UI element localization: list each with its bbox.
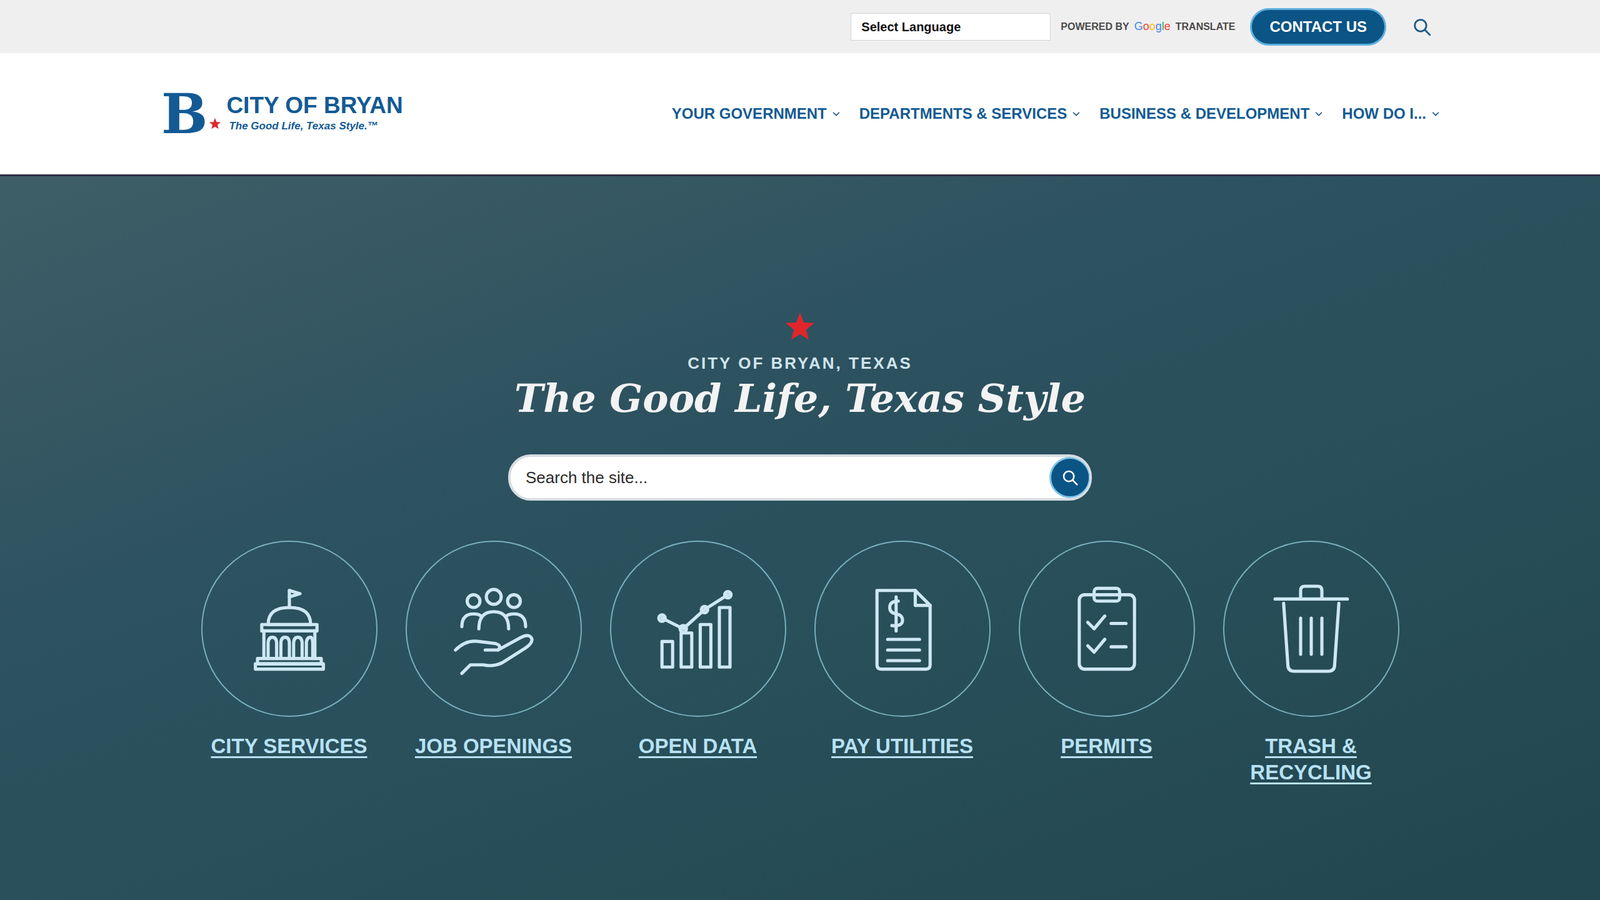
star-icon <box>208 117 222 130</box>
powered-by-google-translate: POWERED BY Google TRANSLATE <box>1060 18 1235 35</box>
search-input[interactable] <box>524 465 1050 491</box>
search-icon[interactable] <box>1411 16 1433 38</box>
icon-circle <box>610 540 787 717</box>
google-label: Google <box>1134 18 1171 35</box>
quick-link-label: CITY SERVICES <box>206 733 371 759</box>
trash-icon <box>1258 575 1365 682</box>
nav-label: DEPARTMENTS & SERVICES <box>859 102 1068 125</box>
powered-by-label: POWERED BY <box>1060 19 1129 35</box>
bill-icon <box>849 575 956 682</box>
quick-links: CITY SERVICES JOB OPENINGS OPEN DATA PAY UT… <box>186 540 1414 785</box>
nav-item[interactable]: YOUR GOVERNMENT <box>671 97 841 130</box>
hero-banner: CITY OF BRYAN, TEXAS The Good Life, Texa… <box>0 176 1600 900</box>
people-hand-icon <box>440 575 547 682</box>
nav-label: YOUR GOVERNMENT <box>671 102 827 125</box>
icon-circle <box>814 540 991 717</box>
quick-link[interactable]: JOB OPENINGS <box>391 540 596 785</box>
search-button[interactable] <box>1049 456 1091 499</box>
logo-tagline: The Good Life, Texas Style.™ <box>228 118 403 135</box>
language-select[interactable]: Select Language <box>850 13 1051 41</box>
chevron-down-icon <box>1314 109 1324 119</box>
quick-link-label: TRASH & RECYCLING <box>1208 733 1414 785</box>
star-icon <box>783 311 817 343</box>
search-icon <box>1060 468 1080 487</box>
city-hall-icon <box>236 575 343 682</box>
quick-link-label: JOB OPENINGS <box>411 733 576 759</box>
main-nav: YOUR GOVERNMENT DEPARTMENTS & SERVICES BUS… <box>671 97 1440 130</box>
logo-letter: B <box>161 86 208 142</box>
translate-label: TRANSLATE <box>1175 19 1236 35</box>
chevron-down-icon <box>1071 109 1081 119</box>
nav-item[interactable]: DEPARTMENTS & SERVICES <box>859 97 1082 130</box>
quick-link[interactable]: PERMITS <box>1004 540 1209 785</box>
quick-link[interactable]: PAY UTILITIES <box>800 540 1005 785</box>
nav-label: HOW DO I... <box>1341 102 1427 125</box>
quick-link-label: PERMITS <box>1056 733 1157 759</box>
quick-link-label: OPEN DATA <box>635 733 761 759</box>
chevron-down-icon <box>831 109 841 119</box>
hero-title: The Good Life, Texas Style <box>514 375 1086 422</box>
clipboard-icon <box>1053 575 1160 682</box>
nav-label: BUSINESS & DEVELOPMENT <box>1099 102 1310 125</box>
utility-bar: Select Language POWERED BY Google TRANSL… <box>0 0 1600 54</box>
chart-icon <box>645 575 752 682</box>
icon-circle <box>201 540 378 717</box>
quick-link-label: PAY UTILITIES <box>827 733 977 759</box>
site-search <box>508 454 1092 501</box>
icon-circle <box>1018 540 1195 717</box>
logo-name: CITY OF BRYAN <box>226 93 403 119</box>
contact-us-button[interactable]: CONTACT US <box>1250 8 1387 46</box>
chevron-down-icon <box>1431 109 1440 119</box>
quick-link[interactable]: TRASH & RECYCLING <box>1208 540 1414 785</box>
icon-circle <box>1223 540 1400 717</box>
icon-circle <box>405 540 582 717</box>
city-logo[interactable]: B CITY OF BRYAN The Good Life, Texas Sty… <box>161 86 404 142</box>
site-header: B CITY OF BRYAN The Good Life, Texas Sty… <box>0 53 1600 177</box>
nav-item[interactable]: HOW DO I... <box>1341 97 1440 130</box>
nav-item[interactable]: BUSINESS & DEVELOPMENT <box>1099 97 1324 130</box>
quick-link[interactable]: OPEN DATA <box>595 540 800 785</box>
quick-link[interactable]: CITY SERVICES <box>186 540 392 785</box>
hero-eyebrow: CITY OF BRYAN, TEXAS <box>687 351 913 376</box>
